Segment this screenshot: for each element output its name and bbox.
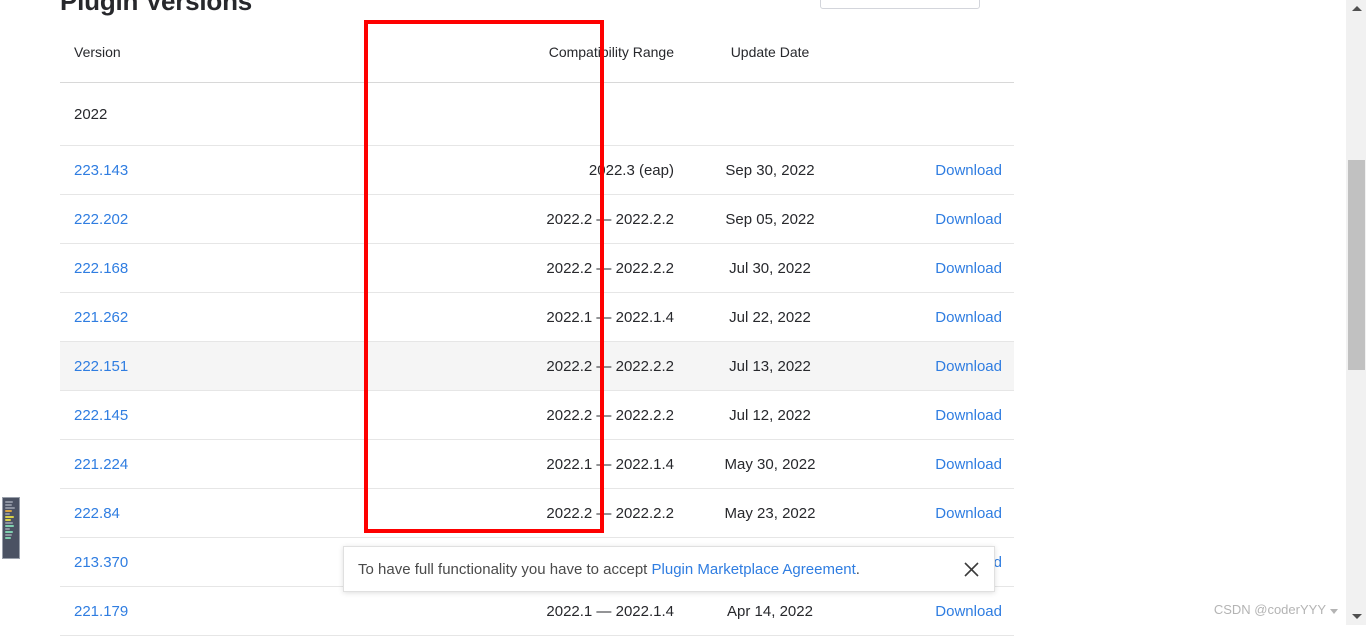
- cell-update-date: Jul 22, 2022: [684, 292, 856, 342]
- table-row: 222.168 2022.2 — 2022.2.2 Jul 30, 2022 D…: [60, 243, 1014, 293]
- caret-down-icon: [1330, 609, 1338, 614]
- column-header-compatibility-range[interactable]: Compatibility Range: [430, 44, 684, 83]
- cell-action: Download: [856, 145, 1014, 195]
- page-title: Plugin Versions: [60, 0, 253, 16]
- cell-compatibility-range: 2022.1 — 2022.1.4: [430, 586, 684, 636]
- download-link[interactable]: Download: [935, 309, 1002, 326]
- version-link[interactable]: 221.262: [74, 309, 128, 326]
- cell-action: Download: [856, 586, 1014, 636]
- cell-compatibility-range: 2022.1 — 2022.1.4: [430, 439, 684, 489]
- cell-action: Download: [856, 243, 1014, 293]
- version-link[interactable]: 213.370: [74, 554, 128, 571]
- cell-version: 222.84: [60, 488, 430, 538]
- cell-update-date: Jul 12, 2022: [684, 390, 856, 440]
- table-header-row: Version Compatibility Range Update Date: [60, 44, 1014, 83]
- plugin-marketplace-agreement-link[interactable]: Plugin Marketplace Agreement: [652, 561, 856, 578]
- year-group-spacer-date: [684, 82, 856, 146]
- table-row: 223.143 2022.3 (eap) Sep 30, 2022 Downlo…: [60, 145, 1014, 195]
- cell-version: 222.202: [60, 194, 430, 244]
- year-group-spacer-range: [430, 82, 684, 146]
- download-link[interactable]: Download: [935, 162, 1002, 179]
- notice-text: To have full functionality you have to a…: [344, 561, 948, 578]
- version-link[interactable]: 221.224: [74, 456, 128, 473]
- year-group-spacer-action: [856, 82, 1014, 146]
- cell-action: Download: [856, 292, 1014, 342]
- table-row: 221.262 2022.1 — 2022.1.4 Jul 22, 2022 D…: [60, 292, 1014, 342]
- cell-compatibility-range: 2022.3 (eap): [430, 145, 684, 195]
- download-link[interactable]: Download: [935, 358, 1002, 375]
- notice-text-after: .: [855, 560, 860, 578]
- column-header-update-date[interactable]: Update Date: [684, 44, 856, 83]
- download-link[interactable]: Download: [935, 505, 1002, 522]
- version-link[interactable]: 223.143: [74, 162, 128, 179]
- version-link[interactable]: 222.168: [74, 260, 128, 277]
- editor-minimap[interactable]: [2, 497, 20, 559]
- cell-update-date: May 30, 2022: [684, 439, 856, 489]
- cell-version: 222.145: [60, 390, 430, 440]
- version-link[interactable]: 222.145: [74, 407, 128, 424]
- table-row: 222.145 2022.2 — 2022.2.2 Jul 12, 2022 D…: [60, 390, 1014, 440]
- column-header-version[interactable]: Version: [60, 44, 430, 83]
- download-link[interactable]: Download: [935, 456, 1002, 473]
- version-link[interactable]: 222.151: [74, 358, 128, 375]
- cell-action: Download: [856, 390, 1014, 440]
- cell-version: 222.168: [60, 243, 430, 293]
- notice-text-before: To have full functionality you have to a…: [358, 560, 652, 578]
- cell-update-date: Apr 14, 2022: [684, 586, 856, 636]
- download-link[interactable]: Download: [935, 260, 1002, 277]
- cell-update-date: Jul 13, 2022: [684, 341, 856, 391]
- cell-update-date: May 23, 2022: [684, 488, 856, 538]
- version-link[interactable]: 222.202: [74, 211, 128, 228]
- cell-compatibility-range: 2022.2 — 2022.2.2: [430, 194, 684, 244]
- version-link[interactable]: 222.84: [74, 505, 120, 522]
- cell-version: 221.179: [60, 586, 430, 636]
- cell-update-date: Sep 05, 2022: [684, 194, 856, 244]
- chevron-down-icon[interactable]: [1346, 608, 1366, 625]
- marketplace-agreement-notice: To have full functionality you have to a…: [343, 546, 995, 592]
- page-root: Plugin Versions Version Compatibility Ra…: [0, 0, 1366, 636]
- scrollbar-thumb[interactable]: [1348, 160, 1365, 370]
- year-group-row: 2022: [60, 82, 1014, 146]
- vertical-scrollbar[interactable]: [1345, 0, 1366, 625]
- chevron-up-icon[interactable]: [1346, 0, 1366, 17]
- table-head: Version Compatibility Range Update Date: [60, 44, 1014, 83]
- cell-action: Download: [856, 194, 1014, 244]
- channel-filter-select[interactable]: [820, 0, 980, 9]
- table-row: 222.151 2022.2 — 2022.2.2 Jul 13, 2022 D…: [60, 341, 1014, 391]
- column-header-action: [856, 44, 1014, 83]
- cell-action: Download: [856, 341, 1014, 391]
- cell-update-date: Sep 30, 2022: [684, 145, 856, 195]
- cell-compatibility-range: 2022.2 — 2022.2.2: [430, 390, 684, 440]
- cell-compatibility-range: 2022.2 — 2022.2.2: [430, 243, 684, 293]
- cell-compatibility-range: 2022.2 — 2022.2.2: [430, 488, 684, 538]
- cell-action: Download: [856, 439, 1014, 489]
- table-row: 222.202 2022.2 — 2022.2.2 Sep 05, 2022 D…: [60, 194, 1014, 244]
- cell-version: 221.262: [60, 292, 430, 342]
- close-icon[interactable]: [948, 547, 994, 591]
- cell-update-date: Jul 30, 2022: [684, 243, 856, 293]
- download-link[interactable]: Download: [935, 407, 1002, 424]
- cell-version: 223.143: [60, 145, 430, 195]
- cell-compatibility-range: 2022.2 — 2022.2.2: [430, 341, 684, 391]
- channel-filter: [660, 0, 980, 9]
- version-link[interactable]: 221.179: [74, 603, 128, 620]
- cell-version: 222.151: [60, 341, 430, 391]
- download-link[interactable]: Download: [935, 603, 1002, 620]
- plugin-versions-content: Plugin Versions Version Compatibility Ra…: [0, 0, 1340, 636]
- table-row: 221.224 2022.1 — 2022.1.4 May 30, 2022 D…: [60, 439, 1014, 489]
- table-row: 221.179 2022.1 — 2022.1.4 Apr 14, 2022 D…: [60, 586, 1014, 636]
- watermark-text: CSDN @coderYYY: [1213, 602, 1326, 617]
- cell-compatibility-range: 2022.1 — 2022.1.4: [430, 292, 684, 342]
- download-link[interactable]: Download: [935, 211, 1002, 228]
- cell-version: 221.224: [60, 439, 430, 489]
- csdn-watermark: CSDN @coderYYY: [1214, 602, 1338, 617]
- cell-action: Download: [856, 488, 1014, 538]
- year-group-label: 2022: [60, 82, 430, 146]
- table-row: 222.84 2022.2 — 2022.2.2 May 23, 2022 Do…: [60, 488, 1014, 538]
